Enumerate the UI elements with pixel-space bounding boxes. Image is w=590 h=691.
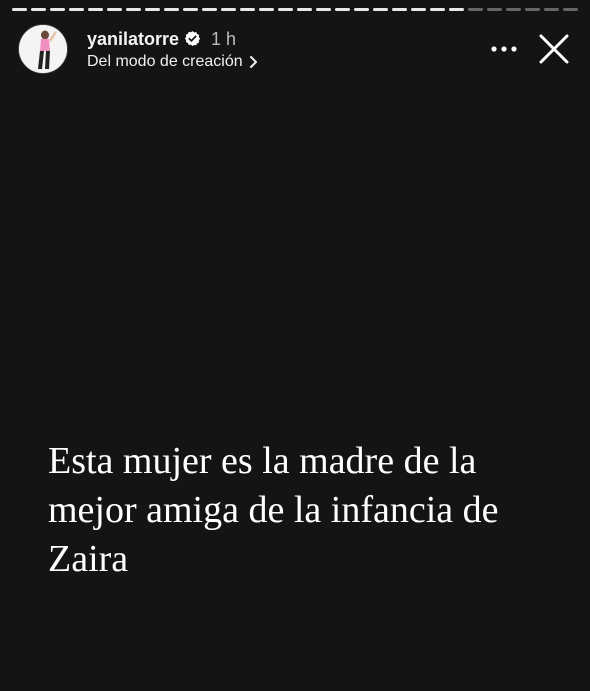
chevron-right-icon (249, 55, 258, 69)
username[interactable]: yanilatorre (87, 28, 179, 50)
progress-segment (430, 8, 445, 11)
progress-segment (202, 8, 217, 11)
story-viewer[interactable]: yanilatorre 1 h Del modo de creación Est… (0, 0, 590, 691)
story-header: yanilatorre 1 h Del modo de creación (18, 22, 574, 76)
progress-segment (468, 8, 483, 11)
story-progress-bar (12, 8, 578, 11)
progress-segment (411, 8, 426, 11)
close-icon (539, 34, 569, 64)
creation-mode-link[interactable]: Del modo de creación (87, 53, 258, 71)
progress-segment (316, 8, 331, 11)
progress-segment (335, 8, 350, 11)
progress-segment (506, 8, 521, 11)
progress-segment (88, 8, 103, 11)
progress-segment (525, 8, 540, 11)
progress-segment (240, 8, 255, 11)
progress-segment (278, 8, 293, 11)
progress-segment (164, 8, 179, 11)
author-row: yanilatorre 1 h (87, 28, 258, 50)
story-meta: yanilatorre 1 h Del modo de creación (87, 28, 258, 71)
progress-segment (563, 8, 578, 11)
progress-segment (373, 8, 388, 11)
progress-segment (69, 8, 84, 11)
progress-segment (297, 8, 312, 11)
avatar-image (19, 25, 67, 73)
progress-segment (354, 8, 369, 11)
progress-segment (449, 8, 464, 11)
close-button[interactable] (534, 29, 574, 69)
progress-segment (183, 8, 198, 11)
verified-badge-icon (184, 30, 201, 47)
progress-segment (259, 8, 274, 11)
progress-segment (544, 8, 559, 11)
progress-segment (12, 8, 27, 11)
progress-segment (392, 8, 407, 11)
progress-segment (50, 8, 65, 11)
post-time: 1 h (211, 28, 237, 49)
story-caption: Esta mujer es la madre de la mejor amiga… (48, 440, 499, 580)
story-actions (484, 29, 574, 69)
progress-segment (126, 8, 141, 11)
creation-mode-label: Del modo de creación (87, 52, 243, 70)
progress-segment (487, 8, 502, 11)
progress-segment (221, 8, 236, 11)
progress-segment (107, 8, 122, 11)
progress-segment (145, 8, 160, 11)
more-horizontal-icon (491, 46, 517, 52)
avatar[interactable] (18, 24, 68, 74)
more-options-button[interactable] (484, 29, 524, 69)
progress-segment (31, 8, 46, 11)
